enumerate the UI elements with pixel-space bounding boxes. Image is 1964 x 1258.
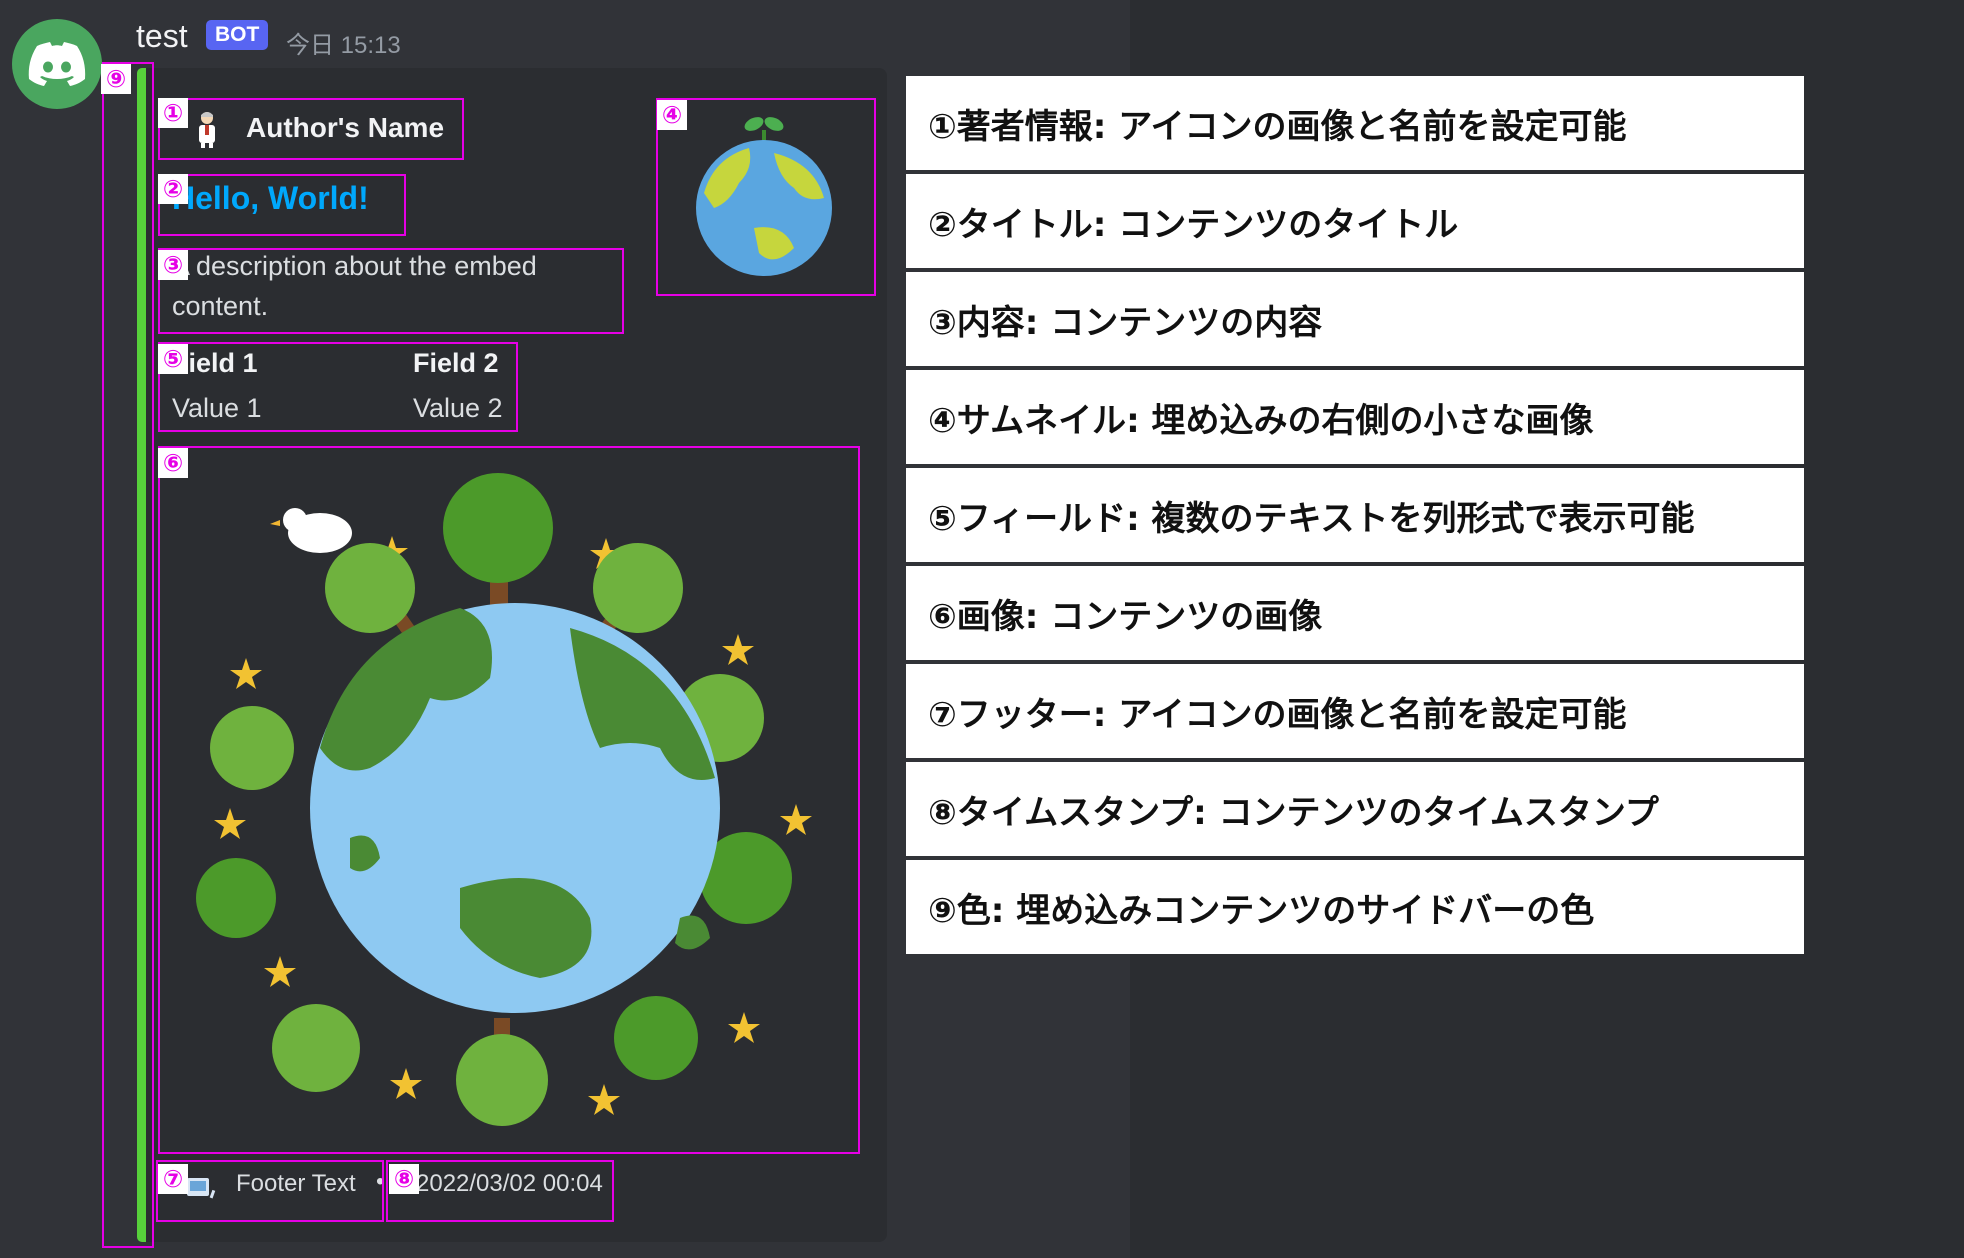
legend-item-thumbnail: ④サムネイル: 埋め込みの右側の小さな画像	[906, 370, 1804, 464]
legend-item-description: ③内容: コンテンツの内容	[906, 272, 1804, 366]
legend-item-title: ②タイトル: コンテンツのタイトル	[906, 174, 1804, 268]
legend-item-footer: ⑦フッター: アイコンの画像と名前を設定可能	[906, 664, 1804, 758]
marker-2: ②	[158, 174, 188, 204]
marker-5: ⑤	[158, 344, 188, 374]
annotation-box-color	[102, 62, 154, 1248]
message-timestamp: 今日 15:13	[286, 32, 401, 59]
legend-item-author: ①著者情報: アイコンの画像と名前を設定可能	[906, 76, 1804, 170]
discord-avatar[interactable]	[12, 19, 102, 109]
marker-8: ⑧	[389, 1164, 419, 1194]
annotation-box-image	[158, 446, 860, 1154]
annotation-box-timestamp	[386, 1160, 614, 1222]
username[interactable]: test	[136, 18, 188, 55]
marker-4: ④	[657, 100, 687, 130]
marker-9: ⑨	[101, 64, 131, 94]
annotation-box-author	[158, 98, 464, 160]
annotation-box-thumbnail	[656, 98, 876, 296]
legend-item-color: ⑨色: 埋め込みコンテンツのサイドバーの色	[906, 860, 1804, 954]
legend-item-timestamp: ⑧タイムスタンプ: コンテンツのタイムスタンプ	[906, 762, 1804, 856]
marker-6: ⑥	[158, 448, 188, 478]
annotation-box-fields	[158, 342, 518, 432]
legend-item-image: ⑥画像: コンテンツの画像	[906, 566, 1804, 660]
marker-3: ③	[158, 250, 188, 280]
marker-1: ①	[158, 98, 188, 128]
annotation-box-title	[158, 174, 406, 236]
annotation-box-footer	[156, 1160, 384, 1222]
discord-logo-icon	[28, 42, 86, 86]
bot-badge: BOT	[206, 20, 269, 50]
legend-list: ①著者情報: アイコンの画像と名前を設定可能 ②タイトル: コンテンツのタイトル…	[906, 76, 1804, 958]
legend-item-fields: ⑤フィールド: 複数のテキストを列形式で表示可能	[906, 468, 1804, 562]
marker-7: ⑦	[158, 1164, 188, 1194]
annotation-box-description	[158, 248, 624, 334]
